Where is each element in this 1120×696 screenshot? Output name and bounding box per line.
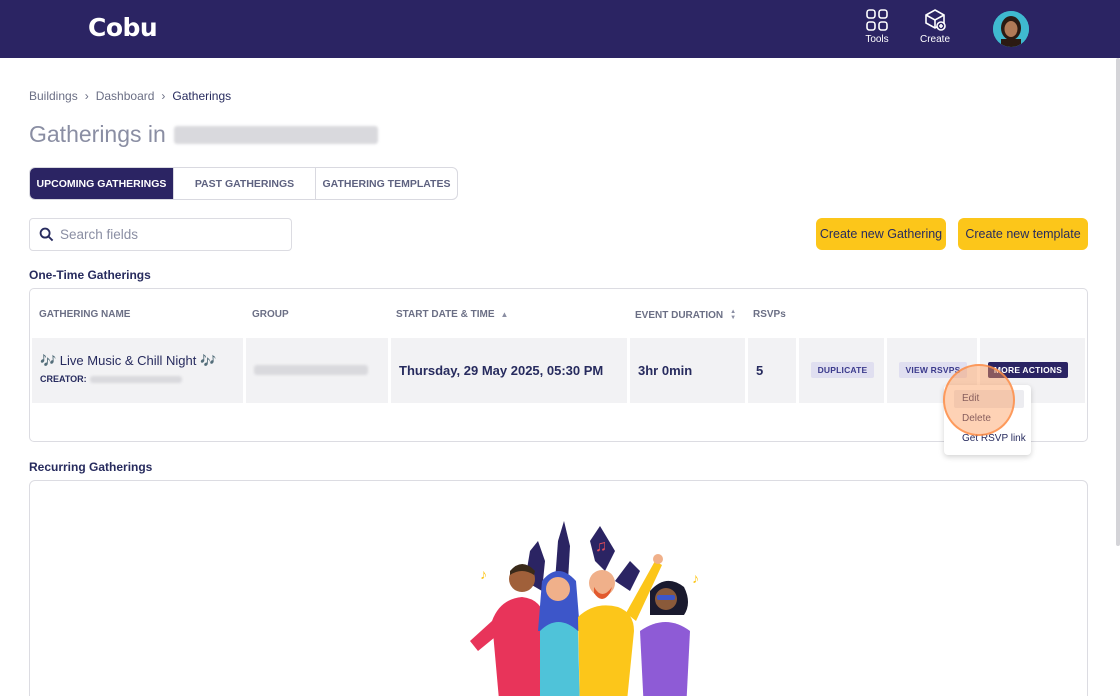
column-header-event-duration[interactable]: EVENT DURATION ▲ ▼	[635, 309, 736, 321]
start-date-value: Thursday, 29 May 2025, 05:30 PM	[399, 363, 604, 378]
svg-text:♫: ♫	[595, 538, 607, 555]
tools-button[interactable]: Tools	[857, 8, 897, 45]
table-row: 🎶 Live Music & Chill Night 🎶 CREATOR: Th…	[32, 338, 1085, 403]
column-header-group[interactable]: GROUP	[252, 309, 289, 320]
create-cube-icon	[925, 9, 946, 31]
gathering-creator: CREATOR:	[40, 374, 182, 384]
breadcrumb-buildings[interactable]: Buildings	[29, 89, 78, 103]
search-input[interactable]	[60, 227, 280, 242]
tab-past-gatherings[interactable]: PAST GATHERINGS	[173, 168, 315, 199]
create-new-gathering-button[interactable]: Create new Gathering	[816, 218, 946, 250]
duration-cell: 3hr 0min	[630, 338, 745, 403]
svg-text:♪: ♪	[480, 566, 487, 582]
tools-grid-icon	[866, 9, 888, 31]
breadcrumb: Buildings › Dashboard › Gatherings	[29, 89, 231, 103]
create-label: Create	[919, 34, 950, 45]
sort-ascending-icon[interactable]: ▲	[501, 310, 509, 319]
rsvps-cell: 5	[748, 338, 796, 403]
column-header-rsvps[interactable]: RSVPs	[753, 309, 786, 320]
one-time-gatherings-heading: One-Time Gatherings	[29, 268, 151, 282]
tab-upcoming-gatherings[interactable]: UPCOMING GATHERINGS	[30, 168, 173, 199]
search-box	[29, 218, 292, 251]
start-date-cell: Thursday, 29 May 2025, 05:30 PM	[391, 338, 627, 403]
redacted-group	[254, 365, 368, 375]
create-new-template-button[interactable]: Create new template	[958, 218, 1088, 250]
user-avatar[interactable]	[993, 11, 1029, 47]
redacted-building-name	[173, 125, 378, 144]
recurring-gatherings-panel: ♫ ♪ ♪	[29, 480, 1088, 696]
column-header-start-date[interactable]: START DATE & TIME ▲	[396, 309, 508, 320]
click-indicator	[943, 364, 1015, 436]
create-button[interactable]: Create	[915, 8, 955, 45]
page-title-text: Gatherings in	[29, 121, 166, 147]
chevron-right-icon: ›	[161, 89, 166, 103]
duplicate-button[interactable]: DUPLICATE	[811, 362, 874, 378]
sort-icon[interactable]: ▲ ▼	[730, 309, 736, 321]
search-icon	[39, 227, 54, 242]
svg-text:♪: ♪	[692, 570, 699, 586]
gathering-name[interactable]: 🎶 Live Music & Chill Night 🎶	[40, 353, 216, 369]
tools-label: Tools	[865, 34, 889, 45]
top-nav-bar: Cobu Tools Create	[0, 0, 1120, 58]
duration-value: 3hr 0min	[638, 363, 693, 378]
group-cell	[246, 338, 388, 403]
breadcrumb-dashboard[interactable]: Dashboard	[96, 89, 155, 103]
one-time-gatherings-table: GATHERING NAME GROUP START DATE & TIME ▲…	[29, 288, 1088, 442]
recurring-gatherings-heading: Recurring Gatherings	[29, 460, 153, 474]
page-scrollbar[interactable]	[1116, 58, 1120, 546]
rsvps-value: 5	[756, 363, 764, 378]
gathering-tabs: UPCOMING GATHERINGS PAST GATHERINGS GATH…	[29, 167, 458, 200]
column-header-gathering-name[interactable]: GATHERING NAME	[39, 309, 130, 320]
creator-label: CREATOR:	[40, 374, 87, 384]
brand-logo[interactable]: Cobu	[88, 13, 158, 42]
page-title: Gatherings in	[29, 121, 378, 148]
redacted-creator	[89, 375, 182, 383]
tab-gathering-templates[interactable]: GATHERING TEMPLATES	[315, 168, 457, 199]
gathering-name-cell: 🎶 Live Music & Chill Night 🎶 CREATOR:	[32, 338, 243, 403]
chevron-right-icon: ›	[84, 89, 89, 103]
breadcrumb-gatherings: Gatherings	[172, 89, 232, 103]
duplicate-cell: DUPLICATE	[799, 338, 884, 403]
people-celebrating-illustration: ♫ ♪ ♪	[470, 521, 699, 696]
